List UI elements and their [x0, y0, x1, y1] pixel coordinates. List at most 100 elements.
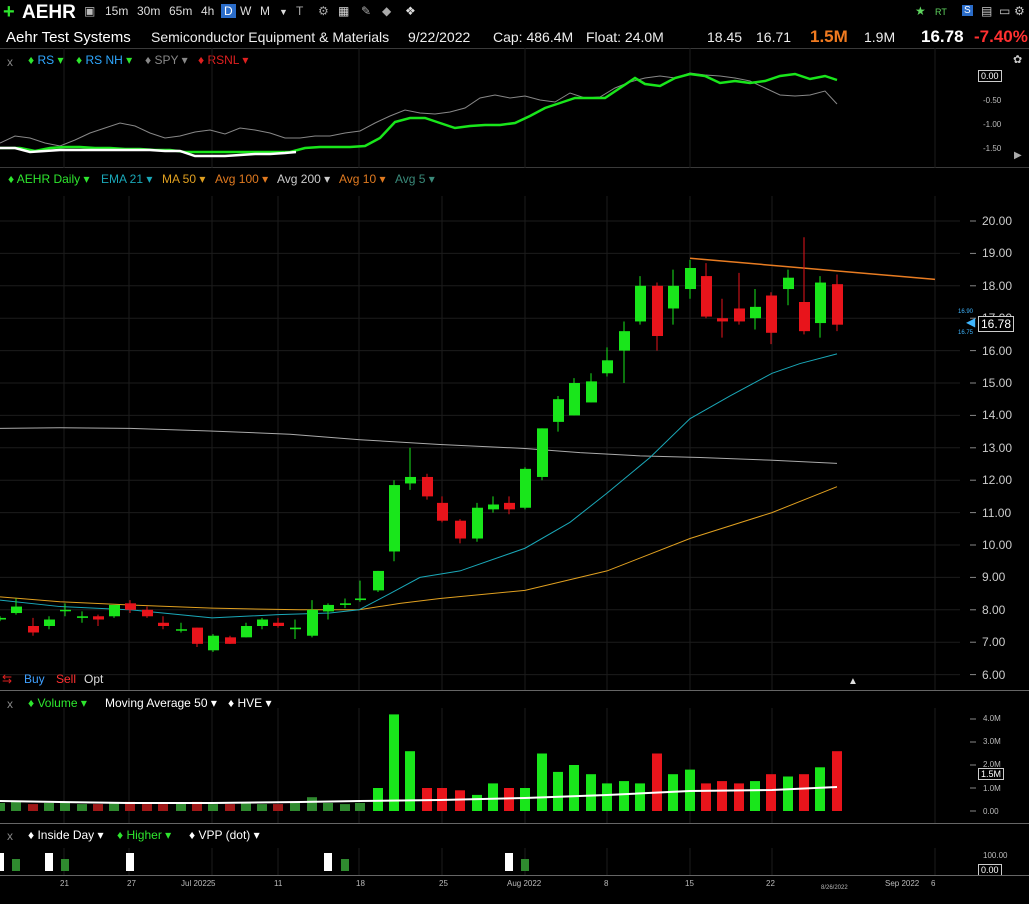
volume-chart — [0, 708, 976, 823]
vol-tick-0: 0.00 — [983, 807, 999, 816]
price-tick: 11.00 — [982, 505, 1012, 520]
collapse-up-icon[interactable]: ▲ — [848, 676, 858, 687]
candle-up — [569, 378, 580, 416]
candle-up — [77, 611, 88, 623]
volume-bar — [586, 774, 596, 811]
candle-down — [125, 600, 136, 614]
candle-up — [257, 617, 268, 630]
volume-bar — [142, 804, 152, 811]
higher-bar — [61, 859, 69, 871]
x-label-5: 5 — [211, 879, 216, 888]
price-tick: 6.00 — [982, 667, 1006, 682]
candle-up — [176, 622, 187, 633]
date: 9/22/2022 — [408, 29, 471, 45]
avg200-line — [0, 427, 838, 464]
candle-down — [158, 616, 169, 630]
share-icon[interactable]: ❖ — [405, 4, 416, 18]
candle-down — [766, 292, 777, 345]
dropdown-icon[interactable]: ▼ — [279, 7, 288, 17]
opt-button[interactable]: Opt — [84, 672, 103, 686]
avg-volume: 1.9M — [864, 29, 896, 45]
candle-up — [586, 373, 597, 403]
rs-panel — [0, 48, 936, 168]
tf-4h[interactable]: 4h — [201, 4, 214, 18]
volume-bar — [290, 802, 300, 811]
volume-bar — [44, 802, 54, 811]
value-1: 18.45 — [707, 29, 743, 45]
trendline — [689, 257, 936, 281]
save-icon[interactable]: ▤ — [981, 4, 992, 18]
star-icon[interactable]: ★ — [915, 4, 926, 18]
volume-bar — [323, 802, 333, 811]
buy-button[interactable]: Buy — [24, 672, 45, 686]
price-chart — [0, 196, 976, 690]
rt-icon[interactable]: RT — [935, 7, 947, 17]
s-icon[interactable]: S — [962, 5, 973, 16]
inside-day-bar — [126, 853, 134, 871]
tf-65m[interactable]: 65m — [169, 4, 192, 18]
volume-bar — [93, 804, 103, 811]
text-tool-icon[interactable]: T — [296, 4, 303, 18]
volume-bar — [635, 783, 645, 811]
price-arrow-icon: ◀ — [966, 315, 976, 329]
symbol-title[interactable]: AEHR — [22, 2, 76, 24]
screen-icon[interactable]: ▣ — [84, 4, 95, 18]
x-label-8: 8 — [604, 879, 609, 888]
x-label-sep: Sep 2022 — [885, 879, 920, 888]
market-cap: Cap: 486.4M — [493, 29, 574, 45]
tf-m[interactable]: M — [260, 4, 270, 18]
volume-bar — [766, 774, 776, 811]
price-small-lo: 16.75 — [958, 330, 974, 336]
x-label-15: 15 — [685, 879, 694, 888]
candle-up — [405, 447, 416, 490]
volume-bar — [355, 802, 365, 811]
candle-up — [815, 276, 826, 338]
calculator-icon[interactable]: ▦ — [338, 4, 349, 18]
volume-bar — [0, 802, 5, 811]
volume-bar — [109, 802, 119, 811]
bucket-icon[interactable]: ◆ — [382, 4, 391, 18]
candle-up — [750, 289, 761, 330]
volume-bar — [750, 781, 760, 811]
candle-down — [504, 496, 515, 515]
volume-bar — [783, 776, 793, 811]
tf-30m[interactable]: 30m — [137, 4, 160, 18]
volume-bar — [734, 783, 744, 811]
volume-bar — [537, 753, 547, 811]
higher-bar — [521, 859, 529, 871]
sell-button[interactable]: Sell — [56, 672, 76, 686]
candle-down — [142, 606, 153, 618]
candle-up — [472, 502, 483, 542]
volume-bar — [373, 788, 383, 811]
volume-bar — [815, 767, 825, 811]
volume-bar — [208, 804, 218, 811]
volume-bar — [405, 751, 415, 811]
settings-icon[interactable]: ⚙ — [1014, 4, 1025, 18]
tf-15m[interactable]: 15m — [105, 4, 128, 18]
tf-d[interactable]: D — [221, 4, 236, 18]
pencil-icon[interactable]: ✎ — [361, 4, 371, 18]
volume-bar — [257, 804, 267, 811]
float: Float: 24.0M — [586, 29, 664, 45]
tool-icon-2[interactable]: ⚙ — [318, 4, 329, 18]
candle-up — [389, 480, 400, 562]
volume-bar — [225, 804, 235, 811]
volume-bar — [340, 804, 350, 811]
tf-w[interactable]: W — [240, 4, 251, 18]
chat-icon[interactable]: ▭ — [999, 4, 1010, 18]
volume-bar — [488, 783, 498, 811]
candle-up — [602, 347, 613, 377]
add-symbol-icon[interactable]: + — [3, 1, 15, 24]
candle-up — [355, 580, 366, 602]
candle-up — [60, 603, 71, 617]
candle-up — [11, 598, 22, 615]
volume-bar — [273, 804, 283, 811]
last-price: 16.78 — [921, 27, 964, 46]
ema21-line — [0, 353, 838, 619]
price-tick: 14.00 — [982, 408, 1013, 423]
volume-bar — [602, 783, 612, 811]
candle-down — [455, 519, 466, 544]
candle-down — [701, 263, 712, 319]
volume-bar — [389, 714, 399, 811]
trade-icon[interactable]: ⇆ — [2, 672, 12, 686]
